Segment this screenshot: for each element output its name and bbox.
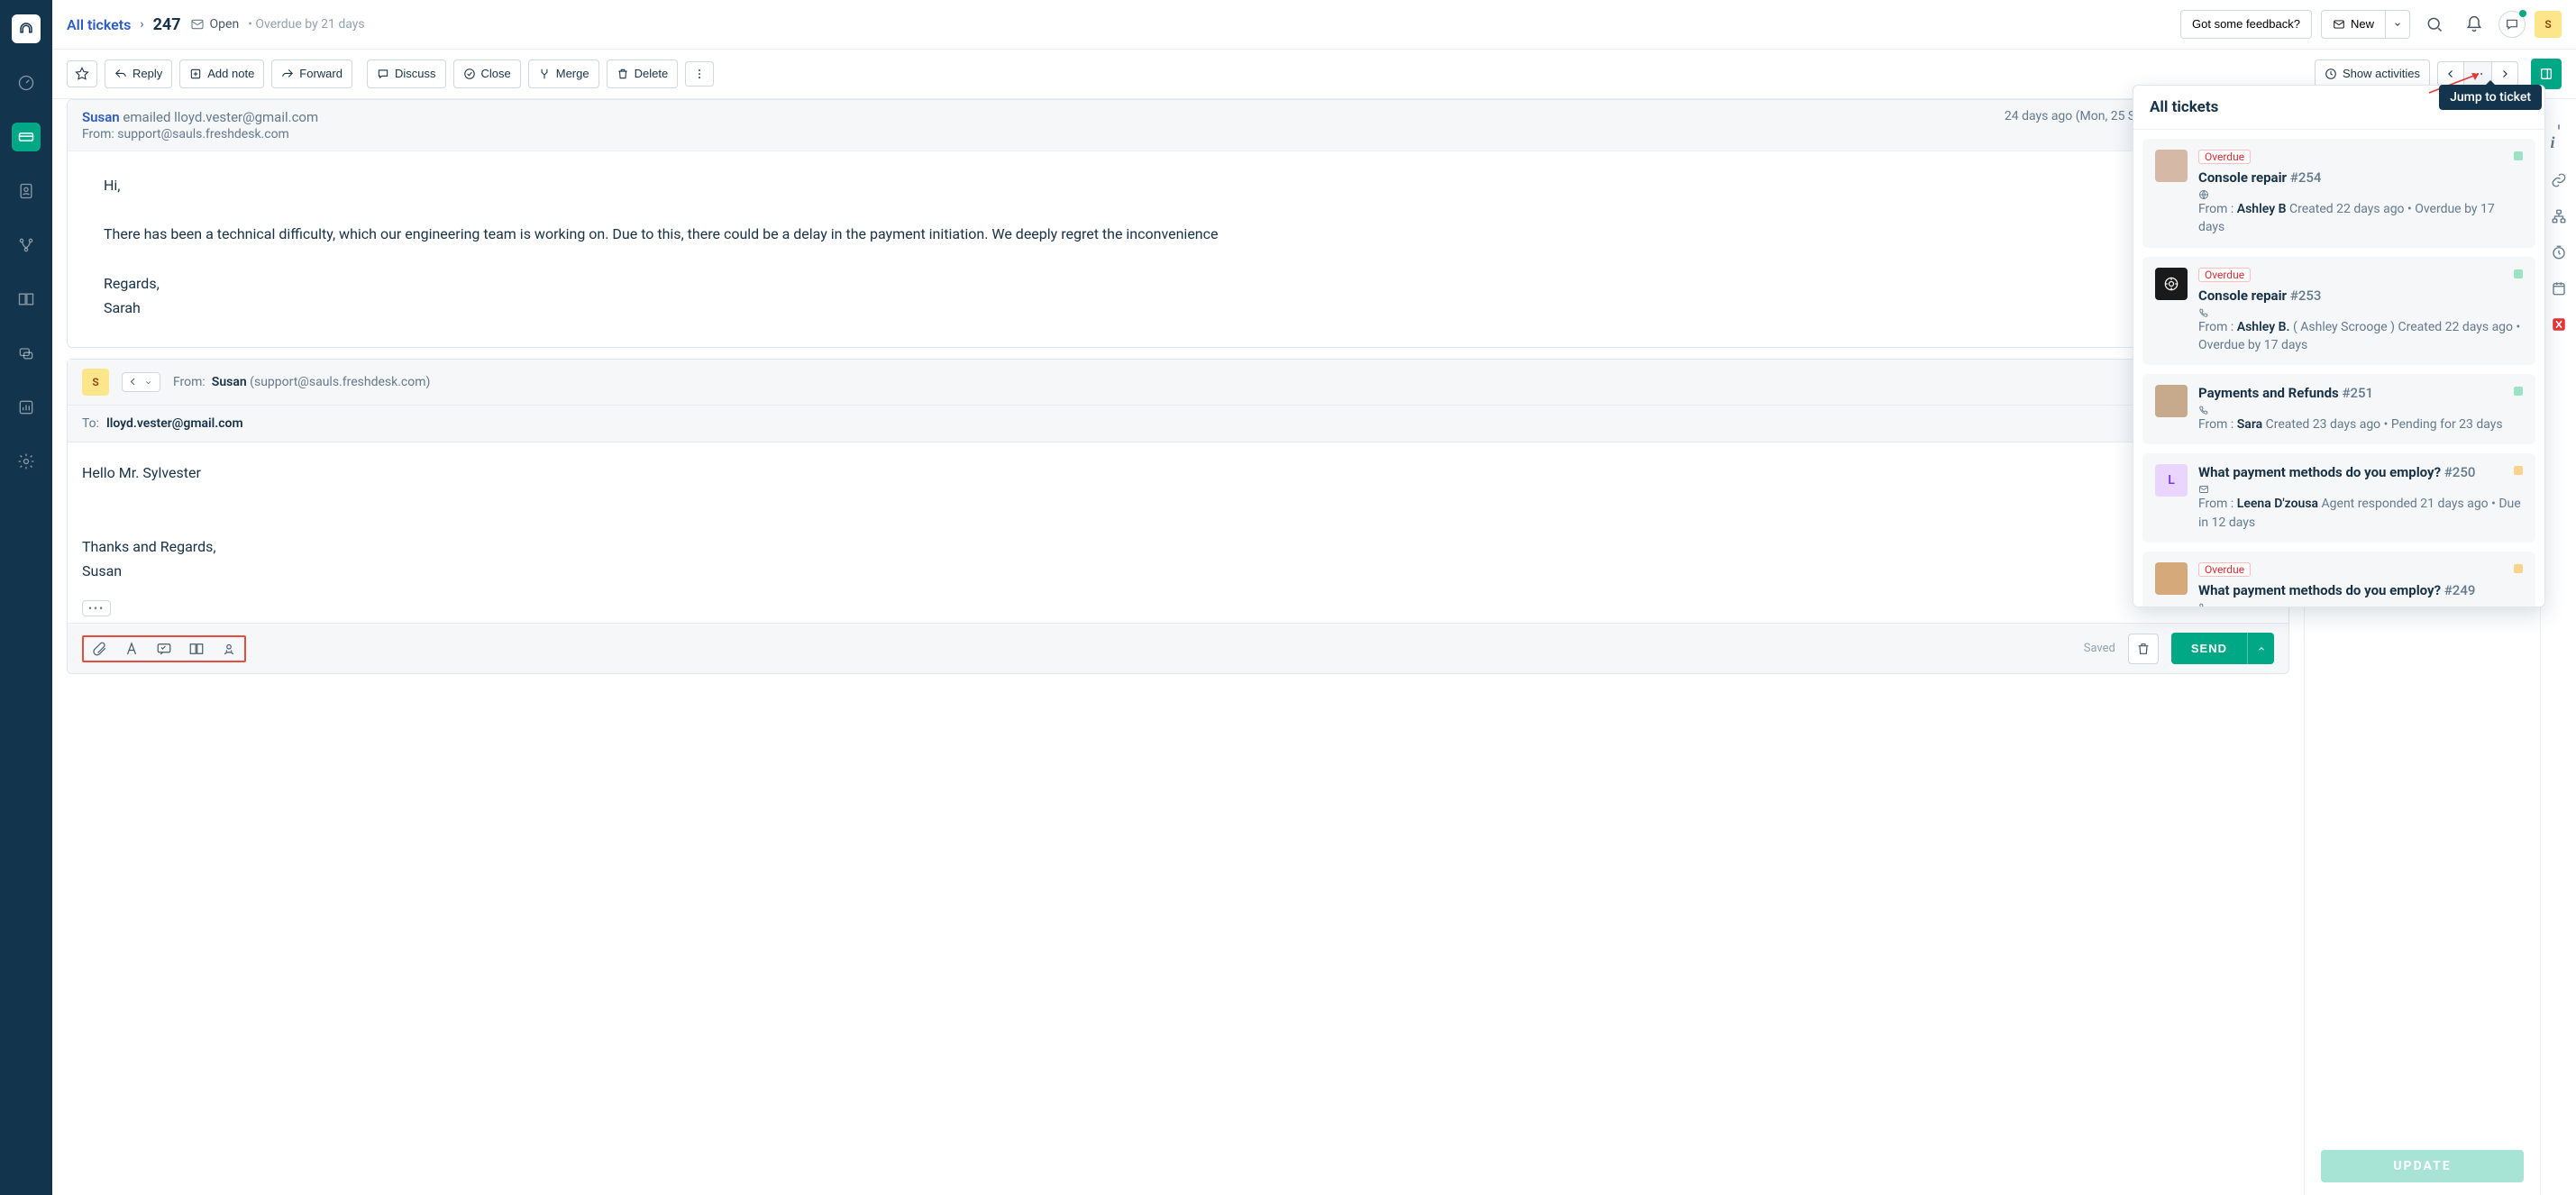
ticket-number: 247 bbox=[153, 15, 181, 34]
email-card: Susan emailed lloyd.vester@gmail.com Fro… bbox=[67, 99, 2289, 348]
ticket-title: What payment methods do you employ? #249 bbox=[2198, 582, 2475, 598]
priority-dot bbox=[2514, 387, 2523, 396]
priority-dot bbox=[2514, 151, 2523, 160]
right-rail: i bbox=[2540, 99, 2576, 1195]
signature-icon[interactable] bbox=[221, 641, 237, 657]
ticket-status-label: Open bbox=[210, 17, 240, 32]
priority-dot bbox=[2514, 466, 2523, 475]
email-body: Hi, There has been a technical difficult… bbox=[68, 151, 2288, 347]
nav-social-icon[interactable] bbox=[12, 231, 41, 260]
search-icon[interactable] bbox=[2419, 9, 2450, 40]
composer: S From: Susan (support@sauls.freshdesk.c… bbox=[67, 359, 2289, 674]
overdue-badge: Overdue bbox=[2198, 268, 2251, 282]
ticket-title: Console repair #253 bbox=[2198, 287, 2321, 304]
header: All tickets › 247 Open • Overdue by 21 d… bbox=[52, 0, 2576, 50]
ticket-avatar bbox=[2155, 385, 2188, 417]
text-format-icon[interactable] bbox=[123, 641, 140, 657]
close-button[interactable]: Close bbox=[453, 59, 521, 88]
ticket-avatar: L bbox=[2155, 464, 2188, 497]
send-button[interactable]: SEND bbox=[2171, 633, 2247, 664]
add-note-button[interactable]: Add note bbox=[179, 59, 264, 88]
ticket-item[interactable]: Payments and Refunds #251 From : Sara Cr… bbox=[2142, 374, 2535, 444]
chevron-right-icon: › bbox=[140, 17, 143, 32]
knowledge-base-icon[interactable] bbox=[188, 641, 205, 657]
canned-response-icon[interactable] bbox=[156, 641, 172, 657]
reply-button[interactable]: Reply bbox=[105, 59, 172, 88]
ticket-list-popover: All tickets Overdue Console repair #254 … bbox=[2133, 85, 2545, 607]
composer-user-avatar: S bbox=[82, 369, 109, 396]
priority-dot bbox=[2514, 269, 2523, 278]
ticket-meta: From : Ashley B. ( Ashley Scrooge ) Crea… bbox=[2198, 307, 2523, 355]
composer-tools bbox=[82, 635, 246, 662]
star-button[interactable] bbox=[67, 60, 97, 87]
feedback-button[interactable]: Got some feedback? bbox=[2180, 10, 2312, 39]
prev-ticket-button[interactable] bbox=[2437, 61, 2464, 87]
email-from-name[interactable]: Susan bbox=[82, 109, 120, 125]
discuss-button[interactable]: Discuss bbox=[367, 59, 446, 88]
calendar-icon[interactable] bbox=[2551, 280, 2567, 296]
ticket-item[interactable]: L What payment methods do you employ? #2… bbox=[2142, 453, 2535, 543]
ticket-meta: From : lloyd sylvester ( Bridge Clothing… bbox=[2198, 602, 2523, 607]
quoted-text-toggle[interactable]: ••• bbox=[82, 600, 111, 616]
composer-from: From: Susan (support@sauls.freshdesk.com… bbox=[173, 375, 430, 389]
time-icon[interactable] bbox=[2551, 244, 2567, 260]
to-label: To: bbox=[82, 416, 99, 431]
ticket-title: Console repair #254 bbox=[2198, 169, 2321, 186]
attachment-icon[interactable] bbox=[91, 641, 107, 657]
nav-reports-icon[interactable] bbox=[12, 393, 41, 422]
ticket-avatar bbox=[2155, 150, 2188, 182]
ticket-status: Open bbox=[190, 17, 240, 32]
ticket-avatar bbox=[2155, 268, 2188, 300]
merge-button[interactable]: Merge bbox=[528, 59, 599, 88]
next-ticket-button[interactable] bbox=[2492, 61, 2518, 87]
user-avatar[interactable]: S bbox=[2535, 11, 2562, 38]
nav-admin-icon[interactable] bbox=[12, 447, 41, 476]
ticket-item[interactable]: Overdue What payment methods do you empl… bbox=[2142, 552, 2535, 607]
more-button[interactable] bbox=[685, 61, 714, 87]
breadcrumb: All tickets › 247 Open • Overdue by 21 d… bbox=[67, 15, 2170, 34]
new-button[interactable]: New bbox=[2321, 10, 2386, 39]
left-nav-rail bbox=[0, 0, 52, 1195]
composer-body[interactable]: Hello Mr. Sylvester Thanks and Regards, … bbox=[68, 442, 2288, 601]
update-button[interactable]: UPDATE bbox=[2321, 1150, 2524, 1182]
app-logo[interactable] bbox=[12, 14, 41, 43]
ticket-item[interactable]: Overdue Console repair #254 From : Ashle… bbox=[2142, 139, 2535, 248]
nav-tickets-icon[interactable] bbox=[12, 123, 41, 151]
ticket-meta: From : Leena D'zousa Agent responded 21 … bbox=[2198, 484, 2523, 532]
to-value[interactable]: lloyd.vester@gmail.com bbox=[106, 416, 243, 431]
link-icon[interactable] bbox=[2551, 172, 2567, 188]
send-dropdown[interactable] bbox=[2247, 633, 2274, 664]
saved-indicator: Saved bbox=[2084, 642, 2115, 655]
ticket-avatar bbox=[2155, 562, 2188, 595]
info-icon[interactable]: i bbox=[2551, 117, 2567, 152]
ticket-meta: From : Sara Created 23 days ago • Pendin… bbox=[2198, 405, 2523, 433]
new-dropdown[interactable] bbox=[2386, 10, 2410, 39]
forward-button[interactable]: Forward bbox=[271, 59, 352, 88]
delete-button[interactable]: Delete bbox=[607, 59, 679, 88]
overdue-badge: Overdue bbox=[2198, 562, 2251, 577]
ticket-meta: From : Ashley B Created 22 days ago • Ov… bbox=[2198, 189, 2523, 237]
reply-dropdown[interactable] bbox=[122, 372, 160, 392]
nav-contacts-icon[interactable] bbox=[12, 177, 41, 205]
ticket-item[interactable]: Overdue Console repair #253 From : Ashle… bbox=[2142, 257, 2535, 366]
overdue-badge: Overdue bbox=[2198, 150, 2251, 164]
discard-button[interactable] bbox=[2128, 634, 2159, 664]
nav-dashboard-icon[interactable] bbox=[12, 68, 41, 97]
hierarchy-icon[interactable] bbox=[2551, 208, 2567, 224]
priority-dot bbox=[2514, 564, 2523, 573]
breadcrumb-all-tickets[interactable]: All tickets bbox=[67, 16, 131, 33]
nav-forums-icon[interactable] bbox=[12, 339, 41, 368]
email-to: lloyd.vester@gmail.com bbox=[174, 109, 318, 125]
ticket-title: Payments and Refunds #251 bbox=[2198, 385, 2373, 401]
ticket-overdue: • Overdue by 21 days bbox=[248, 17, 364, 32]
ticket-title: What payment methods do you employ? #250 bbox=[2198, 464, 2475, 480]
app-icon[interactable] bbox=[2551, 316, 2567, 333]
freshconnect-icon[interactable] bbox=[2498, 11, 2526, 38]
notifications-icon[interactable] bbox=[2459, 9, 2489, 40]
nav-solutions-icon[interactable] bbox=[12, 285, 41, 314]
email-from-line: From: support@sauls.freshdesk.com bbox=[82, 127, 1992, 141]
jump-tooltip: Jump to ticket bbox=[2439, 85, 2542, 110]
